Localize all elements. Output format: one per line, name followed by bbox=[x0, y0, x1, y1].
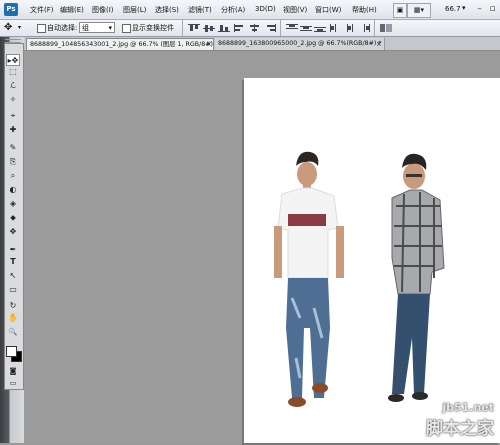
menu-layer[interactable]: 图层(L) bbox=[123, 5, 146, 15]
menu-file[interactable]: 文件(F) bbox=[30, 5, 54, 15]
menu-window[interactable]: 窗口(W) bbox=[315, 5, 341, 15]
view-extras-button[interactable]: ▦▾ bbox=[407, 3, 431, 18]
distribute-vcenter-icon[interactable] bbox=[300, 24, 312, 32]
tab-document-1[interactable]: 8688899_104856343001_2.jpg @ 66.7% (图层 1… bbox=[26, 38, 214, 50]
move-tool-icon[interactable]: ▸✥ bbox=[6, 54, 20, 66]
eraser-tool-icon[interactable]: ◐ bbox=[6, 184, 20, 196]
dodge-tool-icon[interactable]: ✥ bbox=[6, 226, 20, 238]
type-tool-icon[interactable]: T bbox=[6, 256, 20, 268]
align-left-icon[interactable] bbox=[234, 24, 246, 32]
quick-mask-icon[interactable]: ◙ bbox=[6, 365, 20, 377]
shape-tool-icon[interactable]: ▭ bbox=[6, 284, 20, 296]
zoom-dropdown-icon[interactable]: ▾ bbox=[462, 4, 466, 12]
watermark-url: jb51.net bbox=[442, 401, 494, 414]
pen-tool-icon[interactable]: ✒ bbox=[6, 244, 20, 256]
screen-mode-icon[interactable]: ▭ bbox=[6, 377, 20, 389]
lasso-tool-icon[interactable]: ℒ bbox=[6, 80, 20, 92]
history-brush-tool-icon[interactable]: ⌕ bbox=[6, 170, 20, 182]
hand-tool-icon[interactable]: ✋ bbox=[6, 312, 20, 324]
watermark-name: 脚本之家 bbox=[426, 419, 494, 439]
close-tab-icon[interactable]: × bbox=[376, 40, 382, 48]
menu-analysis[interactable]: 分析(A) bbox=[221, 5, 245, 15]
align-bottom-icon[interactable] bbox=[218, 24, 230, 32]
menu-image[interactable]: 图像(I) bbox=[92, 5, 114, 15]
blur-tool-icon[interactable]: ⬥ bbox=[6, 212, 20, 224]
align-vcenter-icon[interactable] bbox=[203, 24, 215, 32]
watermark: jb51.net 脚本之家 bbox=[426, 401, 494, 439]
distribute-bottom-icon[interactable] bbox=[314, 24, 326, 32]
3d-rotate-tool-icon[interactable]: ↻ bbox=[6, 300, 20, 312]
auto-select-checkbox[interactable] bbox=[37, 24, 46, 33]
photoshop-logo[interactable]: Ps bbox=[4, 3, 18, 16]
menu-3d[interactable]: 3D(D) bbox=[255, 5, 276, 13]
menu-select[interactable]: 选择(S) bbox=[155, 5, 179, 15]
clone-stamp-tool-icon[interactable]: ⎘ bbox=[6, 156, 20, 168]
auto-select-dropdown[interactable]: 组 ▾ bbox=[79, 22, 115, 33]
crop-tool-icon[interactable]: ⌖ bbox=[6, 110, 20, 122]
distribute-left-icon[interactable] bbox=[330, 24, 342, 32]
menu-filter[interactable]: 滤镜(T) bbox=[188, 5, 212, 15]
bridge-button[interactable]: ▣ bbox=[393, 3, 407, 18]
person-white-tshirt bbox=[274, 151, 344, 407]
marquee-tool-icon[interactable]: ⬚ bbox=[6, 66, 20, 78]
eyedropper-tool-icon[interactable]: ✚ bbox=[6, 124, 20, 136]
menu-edit[interactable]: 编辑(E) bbox=[60, 5, 84, 15]
align-hcenter-icon[interactable] bbox=[249, 24, 261, 32]
photo-two-men bbox=[274, 151, 445, 407]
menu-help[interactable]: 帮助(H) bbox=[352, 5, 377, 15]
tab-document-2[interactable]: 8688899_163800965000_2.jpg @ 66.7%(RGB/8… bbox=[215, 38, 385, 50]
restore-icon[interactable]: ▫ bbox=[486, 3, 499, 15]
color-swatches[interactable] bbox=[6, 343, 22, 363]
show-transform-label: 显示变换控件 bbox=[132, 24, 174, 32]
foreground-color-swatch[interactable] bbox=[6, 346, 17, 357]
auto-select-value: 组 bbox=[82, 24, 89, 32]
divider bbox=[374, 20, 375, 36]
menu-view[interactable]: 视图(V) bbox=[283, 5, 307, 15]
person-plaid-shirt bbox=[388, 153, 445, 402]
tool-preset-arrow-icon[interactable]: ▾ bbox=[18, 24, 21, 31]
minimize-icon[interactable]: – bbox=[473, 3, 486, 15]
align-right-icon[interactable] bbox=[264, 24, 276, 32]
show-transform-checkbox[interactable] bbox=[122, 24, 131, 33]
divider bbox=[182, 20, 183, 36]
auto-align-layers-icon[interactable] bbox=[380, 24, 392, 32]
brush-tool-icon[interactable]: ✎ bbox=[6, 142, 20, 154]
distribute-right-icon[interactable] bbox=[358, 24, 370, 32]
distribute-hcenter-icon[interactable] bbox=[344, 24, 356, 32]
divider bbox=[280, 20, 281, 36]
align-top-icon[interactable] bbox=[188, 24, 200, 32]
zoom-tool-icon[interactable]: 🔍 bbox=[6, 326, 20, 338]
distribute-top-icon[interactable] bbox=[286, 24, 298, 32]
document-canvas[interactable] bbox=[244, 78, 500, 443]
path-selection-tool-icon[interactable]: ↖ bbox=[6, 270, 20, 282]
zoom-level[interactable]: 66.7 bbox=[445, 5, 461, 13]
move-tool-icon[interactable]: ✥ bbox=[4, 22, 12, 33]
auto-select-label: 自动选择: bbox=[47, 24, 78, 32]
gradient-tool-icon[interactable]: ◈ bbox=[6, 198, 20, 210]
close-tab-icon[interactable]: × bbox=[206, 40, 212, 48]
magic-wand-tool-icon[interactable]: ✧ bbox=[6, 94, 20, 106]
dropdown-arrow-icon: ▾ bbox=[108, 24, 112, 32]
